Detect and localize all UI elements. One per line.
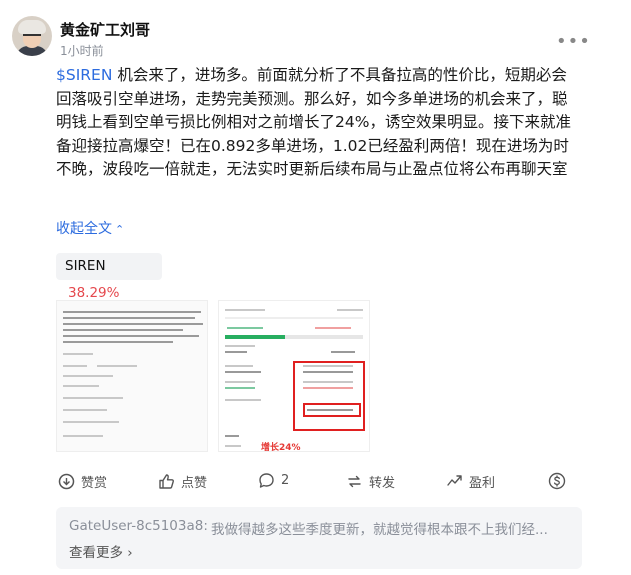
post-card: 黄金矿工刘哥 1小时前 ••• $SIREN 机会来了，进场多。前面就分析了不具… bbox=[0, 0, 631, 575]
highlight-box-inner bbox=[303, 403, 361, 417]
author-name[interactable]: 黄金矿工刘哥 bbox=[60, 19, 150, 40]
post-body: $SIREN 机会来了，进场多。前面就分析了不具备拉高的性价比，短期必会回落吸引… bbox=[56, 64, 582, 182]
comment-icon bbox=[259, 473, 274, 488]
comment-user[interactable]: GateUser-8c5103a8: bbox=[69, 518, 208, 534]
collapse-button[interactable]: 收起全文 ⌃ bbox=[56, 218, 124, 238]
post-time: 1小时前 bbox=[60, 44, 104, 58]
chevron-up-icon: ⌃ bbox=[115, 223, 125, 236]
tag-symbol: SIREN bbox=[65, 258, 106, 274]
view-more-label: 查看更多 bbox=[69, 545, 123, 561]
earn-button[interactable]: 盈利 bbox=[446, 472, 495, 491]
tip-button[interactable]: 赞赏 bbox=[58, 472, 107, 491]
tip-icon bbox=[58, 473, 75, 490]
highlight-box bbox=[293, 361, 365, 431]
comment-text: 我做得越多这些季度更新，就越觉得根本跟不上我们经... bbox=[211, 522, 548, 538]
post-image-2[interactable]: 增长24% bbox=[218, 300, 370, 452]
more-options-icon[interactable]: ••• bbox=[556, 31, 591, 52]
tag-change: 38.29% bbox=[68, 285, 120, 301]
repost-icon bbox=[348, 475, 361, 488]
earn-label: 盈利 bbox=[469, 476, 496, 491]
tip-label: 赞赏 bbox=[81, 476, 108, 491]
comment-count: 2 bbox=[281, 473, 290, 488]
comment-button[interactable]: 2 bbox=[258, 472, 289, 489]
comment-preview[interactable]: GateUser-8c5103a8: 我做得越多这些季度更新，就越觉得根本跟不上… bbox=[56, 507, 582, 569]
dollar-button[interactable] bbox=[548, 472, 572, 490]
ticker-tag[interactable]: SIREN 38.29% bbox=[56, 253, 162, 301]
author-avatar[interactable] bbox=[12, 16, 52, 56]
image-annotation: 增长24% bbox=[261, 443, 301, 452]
earn-icon bbox=[447, 475, 462, 486]
ticker-link[interactable]: $SIREN bbox=[56, 66, 112, 84]
dollar-icon bbox=[548, 472, 566, 490]
like-label: 点赞 bbox=[181, 476, 208, 491]
view-more-link[interactable]: 查看更多 › bbox=[69, 541, 133, 561]
like-icon bbox=[159, 474, 174, 489]
like-button[interactable]: 点赞 bbox=[158, 472, 207, 491]
repost-button[interactable]: 转发 bbox=[346, 472, 395, 491]
post-text: 机会来了，进场多。前面就分析了不具备拉高的性价比，短期必会回落吸引空单进场，走势… bbox=[56, 66, 571, 178]
chevron-right-icon: › bbox=[127, 545, 133, 561]
repost-label: 转发 bbox=[369, 476, 396, 491]
post-image-1[interactable] bbox=[56, 300, 208, 452]
collapse-label: 收起全文 bbox=[56, 221, 112, 237]
